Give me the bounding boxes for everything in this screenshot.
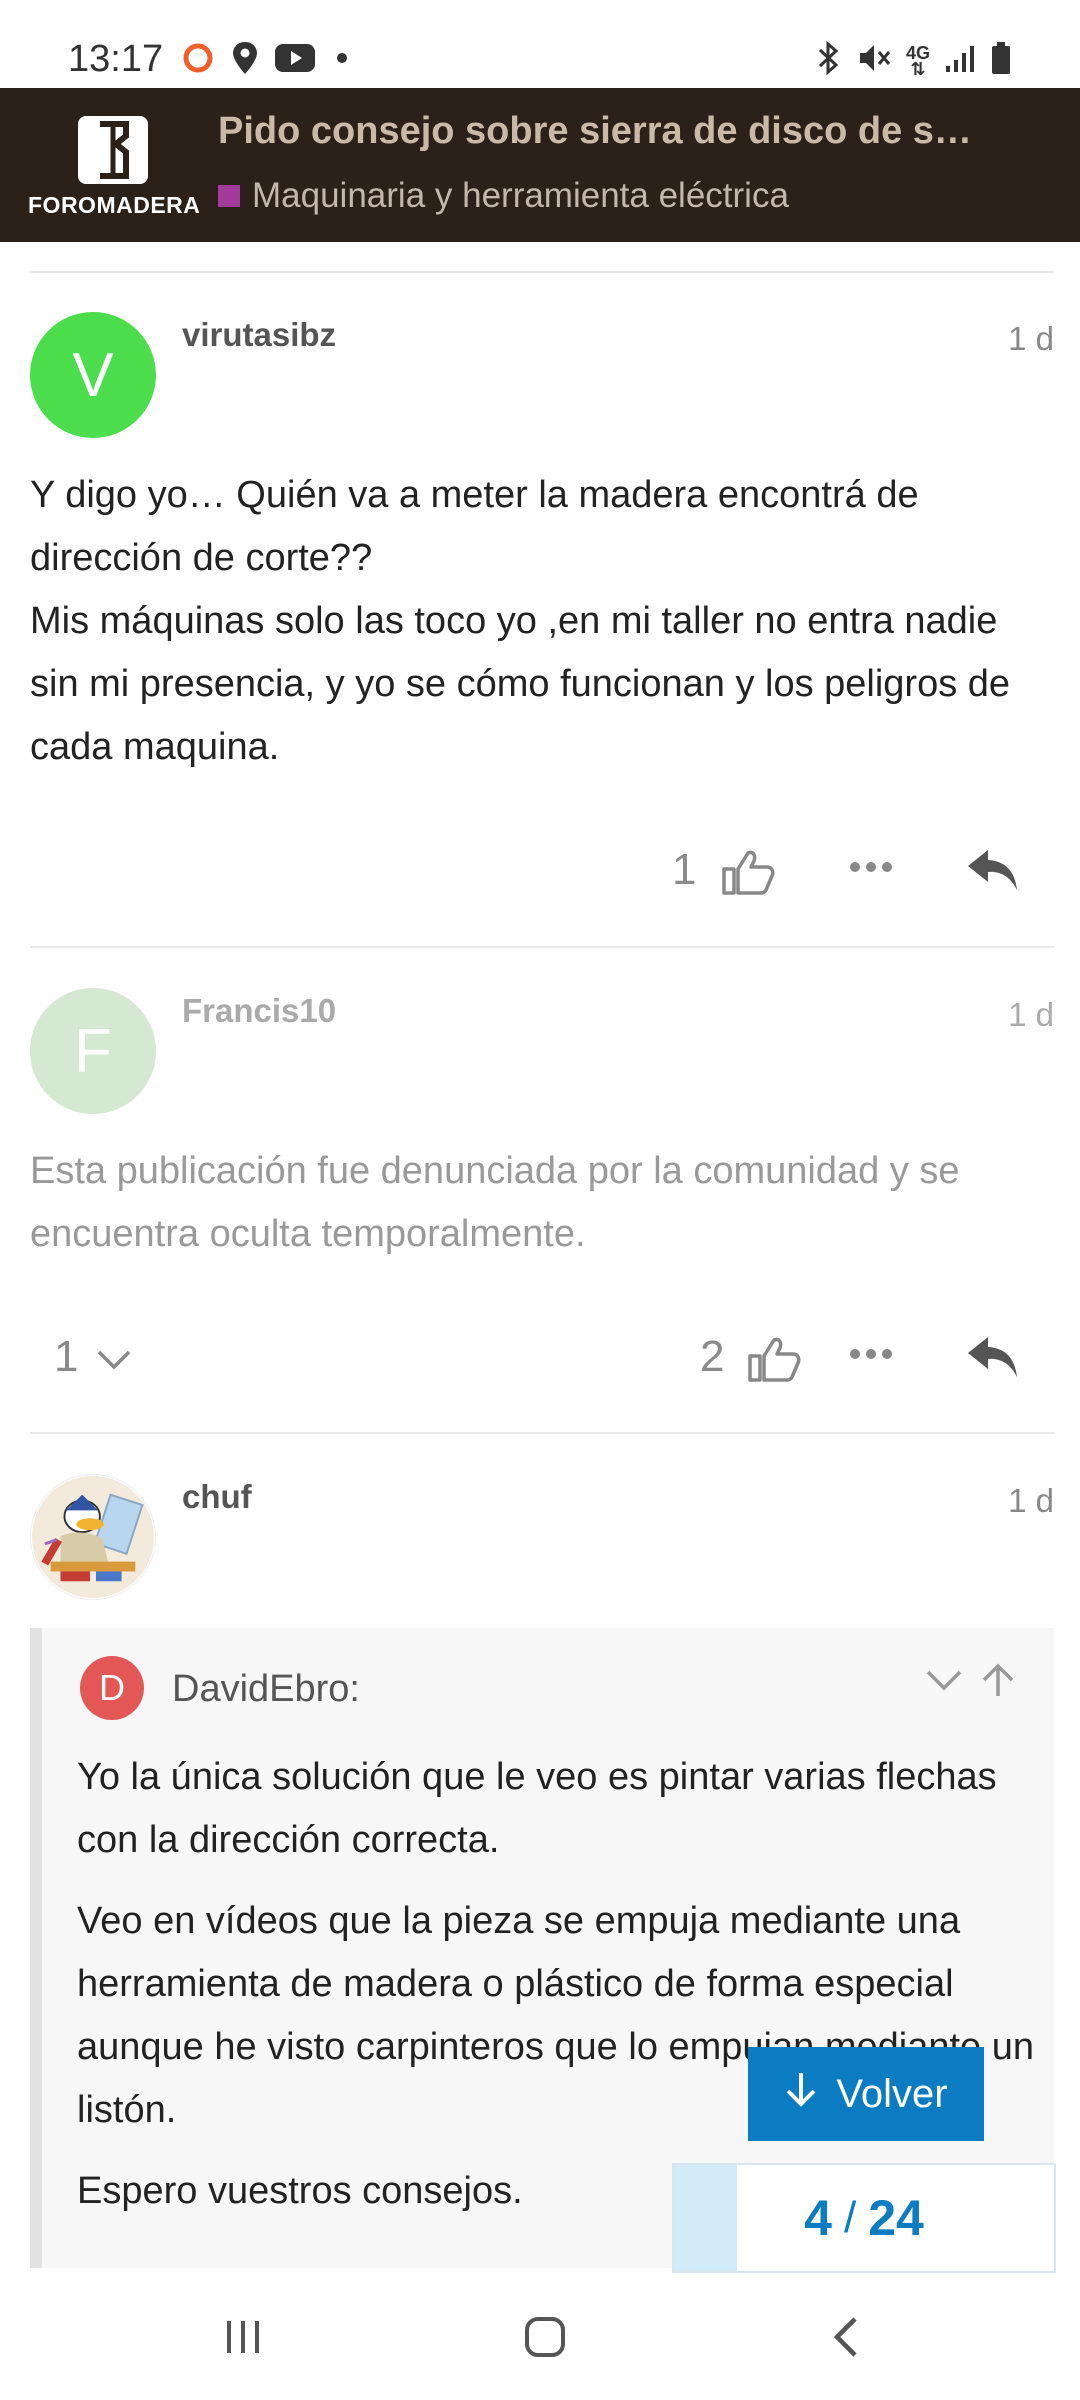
post-paragraph: Y digo yo… Quién va a meter la madera en…: [30, 474, 919, 579]
status-bar: 13:17 4G ⇅: [0, 0, 1080, 88]
topic-header: FOROMADERA Pido consejo sobre sierra de …: [0, 88, 1080, 242]
volver-label: Volver: [836, 2071, 948, 2116]
arrow-down-icon: [784, 2069, 818, 2119]
4g-icon: 4G ⇅: [905, 42, 930, 79]
post-body: Y digo yo… Quién va a meter la madera en…: [30, 464, 1050, 779]
status-right-icons: 4G ⇅: [816, 40, 1012, 81]
more-options-icon[interactable]: [848, 1344, 894, 1364]
post-date[interactable]: 1 d: [1008, 320, 1054, 358]
avatar-image[interactable]: [30, 1474, 156, 1600]
go-to-quoted-arrow-up-icon[interactable]: [978, 1660, 1018, 1705]
mute-icon: [856, 40, 892, 81]
system-navigation-bar: [0, 2275, 1080, 2400]
quote-avatar[interactable]: D: [80, 1656, 144, 1720]
progress-separator: /: [843, 2193, 857, 2242]
topic-progress[interactable]: 4 / 24: [672, 2163, 1056, 2273]
like-icon[interactable]: [746, 1334, 802, 1384]
post-paragraph: Mis máquinas solo las toco yo ,en mi tal…: [30, 600, 1011, 768]
post-username[interactable]: chuf: [182, 1478, 252, 1516]
category-label: Maquinaria y herramienta eléctrica: [252, 176, 789, 215]
reply-icon[interactable]: [966, 1335, 1020, 1379]
avatar-letter: F: [74, 1016, 112, 1086]
like-count[interactable]: 1: [672, 845, 696, 895]
site-logo[interactable]: FOROMADERA: [28, 116, 201, 226]
expand-quote-chevron-icon[interactable]: [924, 1660, 964, 1705]
avatar-letter: V: [72, 340, 114, 410]
like-icon[interactable]: [720, 847, 776, 897]
post-username[interactable]: virutasibz: [182, 316, 336, 354]
like-count[interactable]: 2: [700, 1332, 724, 1382]
reply-count[interactable]: 1: [54, 1332, 78, 1382]
quote-username[interactable]: DavidEbro:: [172, 1668, 360, 1711]
hidden-post-notice: Esta publicación fue denunciada por la c…: [30, 1140, 1050, 1266]
avatar[interactable]: F: [30, 988, 156, 1114]
quote-paragraph: Yo la única solución que le veo es pinta…: [77, 1756, 997, 1861]
avatar-letter: D: [99, 1667, 125, 1708]
post-divider: [30, 1432, 1054, 1434]
post-date[interactable]: 1 d: [1008, 996, 1054, 1034]
recording-ring-icon: [180, 40, 216, 81]
post-date[interactable]: 1 d: [1008, 1482, 1054, 1520]
signal-icon: [944, 42, 976, 79]
youtube-icon: [274, 42, 316, 79]
progress-text: 4 / 24: [674, 2165, 1054, 2271]
dot-icon: [330, 46, 354, 75]
location-icon: [230, 40, 260, 81]
home-icon[interactable]: [510, 2307, 580, 2367]
battery-icon: [990, 40, 1012, 81]
post-divider: [30, 946, 1054, 948]
logo-text: FOROMADERA: [28, 192, 201, 218]
network-label: 4G: [905, 42, 930, 63]
logo-mark-icon: [78, 116, 148, 184]
status-time: 13:17: [68, 38, 164, 80]
post-username[interactable]: Francis10: [182, 992, 336, 1030]
recent-apps-icon[interactable]: [208, 2307, 278, 2367]
status-left-icons: [180, 40, 354, 81]
more-options-icon[interactable]: [848, 857, 894, 877]
post-paragraph: Esta publicación fue denunciada por la c…: [30, 1150, 960, 1255]
reply-icon[interactable]: [966, 848, 1020, 892]
progress-current: 4: [804, 2190, 832, 2246]
back-icon[interactable]: [812, 2307, 882, 2367]
avatar[interactable]: V: [30, 312, 156, 438]
category-color-badge: [218, 185, 240, 207]
progress-total: 24: [868, 2190, 924, 2246]
chevron-down-icon[interactable]: [96, 1348, 132, 1372]
bluetooth-icon: [816, 40, 842, 81]
volver-button[interactable]: Volver: [748, 2047, 984, 2141]
post-divider: [30, 271, 1054, 273]
topic-category[interactable]: Maquinaria y herramienta eléctrica: [218, 176, 789, 216]
topic-title[interactable]: Pido consejo sobre sierra de disco de s…: [218, 110, 998, 153]
